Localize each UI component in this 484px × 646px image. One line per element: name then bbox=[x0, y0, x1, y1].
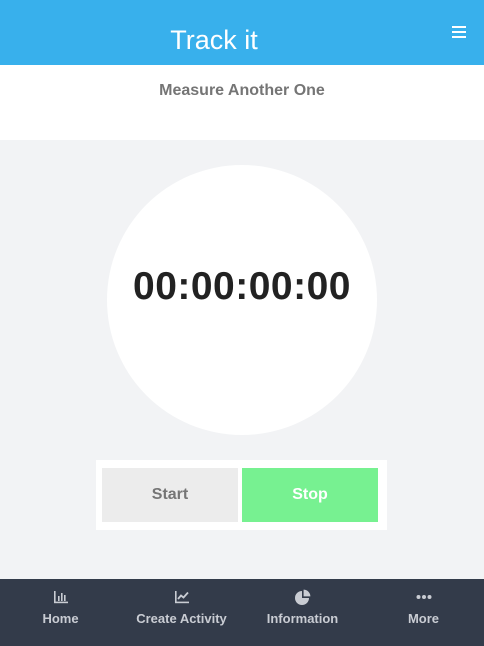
nav-item-information[interactable]: Information bbox=[242, 579, 363, 646]
nav-label-more: More bbox=[407, 611, 440, 626]
bottom-nav: Home Create Activity Information More bbox=[0, 579, 484, 646]
timer-controls: Start Stop bbox=[96, 460, 387, 530]
start-button[interactable]: Start bbox=[102, 468, 238, 522]
nav-item-create-activity[interactable]: Create Activity bbox=[121, 579, 242, 646]
stop-button[interactable]: Stop bbox=[242, 468, 378, 522]
app-header: Track it bbox=[0, 0, 484, 65]
timer-circle: 00:00:00:00 bbox=[107, 165, 377, 435]
menu-button[interactable] bbox=[452, 24, 466, 40]
page-subtitle: Measure Another One bbox=[159, 82, 325, 99]
bar-chart-icon bbox=[53, 589, 69, 605]
subheader: Measure Another One bbox=[0, 65, 484, 140]
nav-label-create-activity: Create Activity bbox=[136, 611, 227, 626]
line-chart-icon bbox=[174, 589, 190, 605]
pie-chart-icon bbox=[294, 589, 311, 605]
nav-item-home[interactable]: Home bbox=[0, 579, 121, 646]
more-dots-icon bbox=[416, 589, 432, 605]
timer-display: 00:00:00:00 bbox=[133, 265, 351, 308]
nav-item-more[interactable]: More bbox=[363, 579, 484, 646]
nav-label-information: Information bbox=[266, 611, 339, 626]
nav-label-home: Home bbox=[42, 611, 79, 626]
